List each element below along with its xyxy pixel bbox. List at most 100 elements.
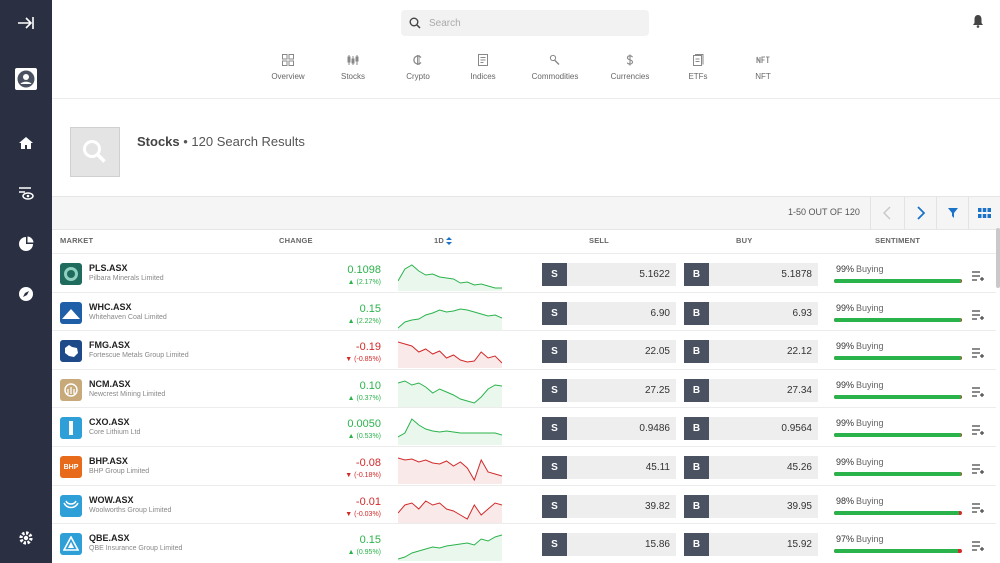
buy-price: 0.9564	[781, 423, 812, 435]
results-toolbar: 1-50 OUT OF 120	[52, 196, 1000, 230]
buy-price: 39.95	[786, 500, 812, 512]
ticker-symbol[interactable]: CXO.ASX	[89, 417, 130, 427]
col-1d[interactable]: 1D	[434, 236, 453, 246]
tab-nft[interactable]: NFT	[728, 54, 798, 81]
ticker-symbol[interactable]: WHC.ASX	[89, 302, 132, 312]
add-to-list-icon[interactable]	[972, 422, 985, 440]
table-row[interactable]: WHC.ASX Whitehaven Coal Limited 0.15 ▲ (…	[52, 291, 996, 331]
col-sell[interactable]: SELL	[589, 236, 609, 245]
sentiment-bar	[834, 356, 962, 361]
sell-button[interactable]: S 15.86	[542, 533, 676, 557]
portfolio-icon[interactable]	[0, 236, 52, 252]
sparkline-chart	[398, 341, 502, 369]
sentiment-fill	[834, 510, 960, 515]
logo-text: BHP	[63, 463, 79, 471]
header-divider	[52, 98, 1000, 99]
buy-button[interactable]: B 5.1878	[684, 263, 818, 286]
ticker-symbol[interactable]: NCM.ASX	[89, 379, 131, 389]
buy-button[interactable]: B 27.34	[684, 378, 818, 402]
collapse-arrow-icon[interactable]	[0, 14, 52, 32]
sentiment-text: 99% Buying	[836, 264, 884, 274]
company-logo	[60, 417, 82, 440]
tab-overview[interactable]: Overview	[253, 54, 323, 81]
ticker-symbol[interactable]: QBE.ASX	[89, 533, 130, 543]
company-logo: BHP	[60, 456, 82, 478]
tab-crypto[interactable]: Crypto	[383, 54, 453, 81]
sell-button[interactable]: S 6.90	[542, 301, 676, 325]
sentiment-bar	[834, 510, 962, 515]
add-to-list-icon[interactable]	[972, 500, 985, 518]
sentiment-percent: 98%	[836, 495, 855, 506]
col-change[interactable]: CHANGE	[279, 236, 313, 245]
sentiment-fill	[834, 549, 959, 554]
prev-page-button[interactable]	[870, 197, 902, 229]
price-change: 0.15	[359, 534, 381, 547]
col-1d-label: 1D	[434, 236, 444, 245]
tab-stocks[interactable]: Stocks	[318, 54, 388, 81]
add-to-list-icon[interactable]	[972, 268, 985, 286]
tab-label: Indices	[470, 72, 496, 81]
ticker-symbol[interactable]: BHP.ASX	[89, 456, 128, 466]
add-to-list-icon[interactable]	[972, 345, 985, 363]
company-name: Newcrest Mining Limited	[89, 390, 166, 398]
buy-button[interactable]: B 39.95	[684, 494, 818, 518]
buy-button[interactable]: B 15.92	[684, 533, 818, 557]
filter-button[interactable]	[936, 197, 968, 229]
search-input[interactable]	[429, 17, 629, 29]
buy-button[interactable]: B 0.9564	[684, 417, 818, 441]
settings-icon[interactable]	[0, 530, 52, 546]
avatar-icon[interactable]	[0, 67, 52, 91]
sentiment-percent: 99%	[836, 418, 855, 429]
bell-icon[interactable]	[972, 14, 984, 33]
col-buy[interactable]: BUY	[736, 236, 752, 245]
table-row[interactable]: BHP BHP.ASX BHP Group Limited -0.08 ▼ (-…	[52, 446, 996, 485]
buy-button[interactable]: B 22.12	[684, 340, 818, 364]
sell-button[interactable]: S 39.82	[542, 494, 676, 518]
col-sentiment[interactable]: SENTIMENT	[875, 236, 920, 245]
col-market[interactable]: MARKET	[60, 236, 93, 245]
sparkline-chart	[398, 457, 502, 484]
tab-currencies[interactable]: Currencies	[595, 54, 665, 81]
sparkline-area	[398, 458, 502, 484]
scrollbar[interactable]	[996, 228, 1000, 288]
sentiment-word: Buying	[856, 379, 884, 390]
add-to-list-icon[interactable]	[972, 538, 985, 556]
sell-button[interactable]: S 5.1622	[542, 263, 676, 286]
search-bar[interactable]	[401, 10, 649, 36]
table-row[interactable]: PLS.ASX Pilbara Minerals Limited 0.1098 …	[52, 253, 996, 292]
tab-indices[interactable]: Indices	[448, 54, 518, 81]
grid-view-button[interactable]	[968, 197, 1000, 229]
discover-icon[interactable]	[0, 286, 52, 302]
buy-label: B	[684, 340, 709, 364]
watchlist-icon[interactable]	[0, 185, 52, 201]
sell-button[interactable]: S 0.9486	[542, 417, 676, 441]
add-to-list-icon[interactable]	[972, 384, 985, 402]
sentiment-bar	[834, 433, 962, 438]
buy-button[interactable]: B 6.93	[684, 301, 818, 325]
sparkline-chart	[398, 308, 502, 330]
add-to-list-icon[interactable]	[972, 461, 985, 479]
table-row[interactable]: QBE.ASX QBE Insurance Group Limited 0.15…	[52, 523, 996, 562]
ticker-symbol[interactable]: WOW.ASX	[89, 495, 134, 505]
home-icon[interactable]	[0, 135, 52, 151]
buy-button[interactable]: B 45.26	[684, 456, 818, 479]
company-name: BHP Group Limited	[89, 468, 150, 475]
ticker-symbol[interactable]: PLS.ASX	[89, 263, 128, 273]
table-row[interactable]: NCM.ASX Newcrest Mining Limited 0.10 ▲ (…	[52, 368, 996, 408]
sentiment-text: 99% Buying	[836, 380, 884, 390]
add-to-list-icon[interactable]	[972, 307, 985, 325]
tab-etfs[interactable]: ETFs	[663, 54, 733, 81]
percent-change: ▲ (0.37%)	[347, 394, 381, 402]
ticker-symbol[interactable]: FMG.ASX	[89, 340, 130, 350]
grid-view-icon	[978, 208, 991, 218]
sell-button[interactable]: S 27.25	[542, 378, 676, 402]
sell-label: S	[542, 301, 567, 325]
sell-button[interactable]: S 45.11	[542, 456, 676, 479]
tab-commodities[interactable]: Commodities	[520, 54, 590, 81]
table-row[interactable]: CXO.ASX Core Lithium Ltd 0.0050 ▲ (0.53%…	[52, 407, 996, 446]
table-row[interactable]: FMG.ASX Fortescue Metals Group Limited -…	[52, 330, 996, 369]
sell-button[interactable]: S 22.05	[542, 340, 676, 364]
table-row[interactable]: WOW.ASX Woolworths Group Limited -0.01 ▼…	[52, 484, 996, 524]
next-page-button[interactable]	[904, 197, 936, 229]
percent-change: ▼ (-0.85%)	[345, 356, 381, 364]
